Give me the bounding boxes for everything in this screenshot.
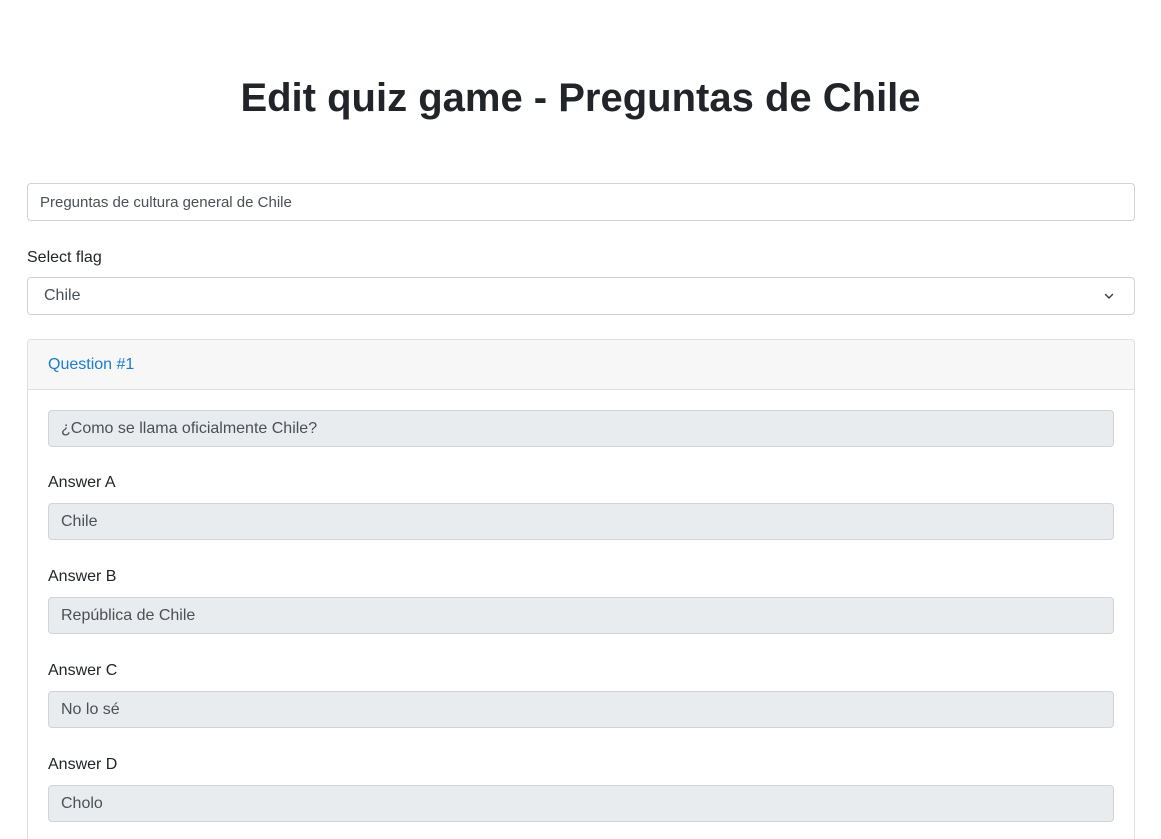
flag-select-value: Chile [44, 287, 81, 304]
answer-d-field[interactable] [48, 785, 1114, 822]
answer-c-label: Answer C [48, 662, 118, 679]
quiz-description-input[interactable] [27, 183, 1135, 221]
question-toggle-link[interactable]: Question #1 [48, 355, 134, 375]
answer-b-label: Answer B [48, 568, 117, 585]
answer-a-field[interactable] [48, 503, 1114, 540]
question-text-field[interactable] [48, 410, 1114, 447]
edit-quiz-page: Edit quiz game - Preguntas de Chile Sele… [0, 0, 1161, 839]
flag-select[interactable]: Chile [27, 277, 1135, 315]
page-title: Edit quiz game - Preguntas de Chile [240, 76, 921, 120]
question-card-header: Question #1 [28, 340, 1134, 390]
answer-c-field[interactable] [48, 691, 1114, 728]
question-card: Question #1 Answer A Answer B Answer C A… [27, 339, 1135, 839]
answer-b-field[interactable] [48, 597, 1114, 634]
answer-d-label: Answer D [48, 756, 118, 773]
flag-select-label: Select flag [27, 249, 102, 266]
chevron-down-icon [1104, 293, 1114, 299]
answer-a-label: Answer A [48, 474, 116, 491]
